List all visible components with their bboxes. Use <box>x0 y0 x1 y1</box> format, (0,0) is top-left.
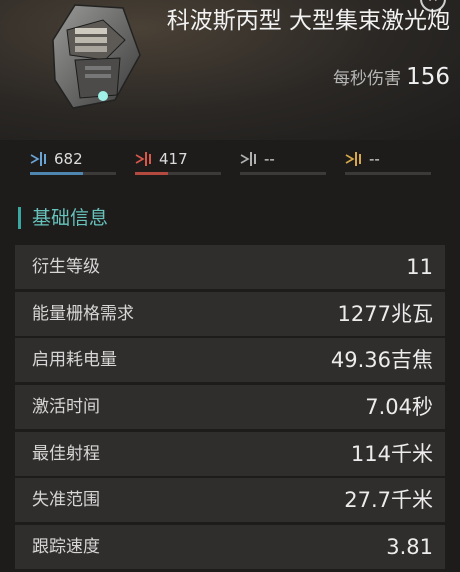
stat-row: 衍生等级 11 <box>15 245 445 289</box>
stat-value: 1277兆瓦 <box>337 301 433 326</box>
stat-label: 衍生等级 <box>32 257 100 277</box>
damage-bar <box>240 172 326 175</box>
stat-row: 启用耗电量 49.36吉焦 <box>15 338 445 383</box>
stat-row: 失准范围 27.7千米 <box>15 478 445 523</box>
damage-profile: 682 417 -- -- <box>30 150 450 176</box>
damage-em: 682 <box>30 150 135 176</box>
em-damage-icon <box>30 152 46 166</box>
damage-value: -- <box>369 150 380 168</box>
dps-readout: 每秒伤害 156 <box>333 64 450 90</box>
stat-value: 7.04秒 <box>365 395 433 420</box>
damage-bar <box>30 172 116 175</box>
explosive-damage-icon <box>345 152 361 166</box>
thermal-damage-icon <box>135 152 151 166</box>
stat-row: 激活时间 7.04秒 <box>15 385 445 430</box>
damage-kinetic: -- <box>240 150 345 176</box>
damage-value: -- <box>264 150 275 168</box>
stat-row: 跟踪速度 3.81 <box>15 525 445 570</box>
damage-value: 682 <box>54 150 83 168</box>
stat-value: 27.7千米 <box>344 488 433 513</box>
damage-bar <box>345 172 431 175</box>
stat-row: 能量栅格需求 1277兆瓦 <box>15 291 445 336</box>
kinetic-damage-icon <box>240 152 256 166</box>
stat-label: 跟踪速度 <box>32 537 100 558</box>
stat-value: 3.81 <box>386 535 433 560</box>
item-title: 科波斯丙型 大型集束激光炮 <box>166 8 450 34</box>
damage-explosive: -- <box>345 150 450 176</box>
dps-value: 156 <box>406 64 450 90</box>
laser-turret-icon <box>52 4 141 109</box>
stat-label: 能量栅格需求 <box>32 303 134 324</box>
stats-list: 衍生等级 11 能量栅格需求 1277兆瓦 启用耗电量 49.36吉焦 激活时间… <box>15 245 445 572</box>
damage-value: 417 <box>159 150 188 168</box>
stat-value: 114千米 <box>350 441 433 466</box>
stat-value: 49.36吉焦 <box>330 348 433 373</box>
stat-label: 激活时间 <box>32 397 100 418</box>
dps-label: 每秒伤害 <box>333 69 401 89</box>
section-title: 基础信息 <box>32 207 109 229</box>
stat-label: 失准范围 <box>32 490 100 511</box>
damage-bar <box>135 172 221 175</box>
stat-label: 启用耗电量 <box>32 350 117 371</box>
item-header: ✕ 科波斯丙型 大型集束激光炮 每秒伤害 156 <box>0 0 460 140</box>
section-accent-bar <box>18 207 21 229</box>
stat-label: 最佳射程 <box>32 443 100 464</box>
stat-value: 11 <box>406 255 433 279</box>
damage-thermal: 417 <box>135 150 240 176</box>
stat-row: 最佳射程 114千米 <box>15 431 445 476</box>
